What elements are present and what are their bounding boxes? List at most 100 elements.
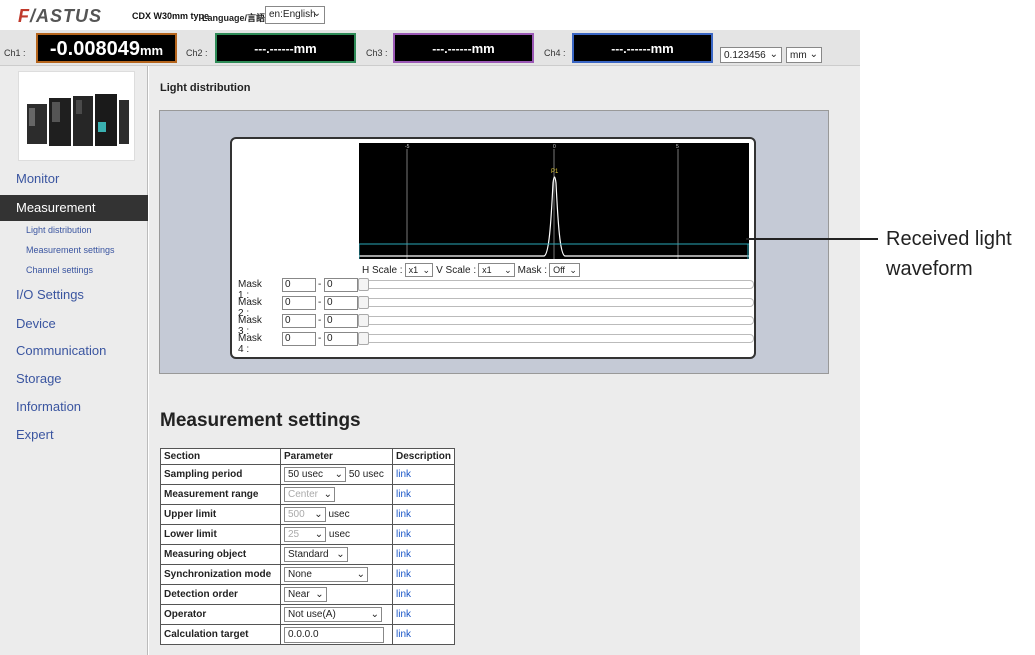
scale-controls: H Scale : x1 ⌄ V Scale : x1 ⌄ Mask : Off ⌄ — [362, 263, 583, 277]
product-image — [18, 71, 135, 161]
table-row: Lower limit 25 ⌄ usec link — [160, 524, 456, 545]
mask2-slider[interactable] — [358, 298, 754, 307]
col-section: Section — [160, 448, 281, 465]
table-row: Synchronization mode None ⌄ link — [160, 564, 456, 585]
light-distribution-title: Light distribution — [160, 82, 251, 94]
measuring-object-select[interactable]: Standard ⌄ — [284, 547, 348, 562]
table-header-row: Section Parameter Description — [160, 448, 456, 465]
mask3-slider-handle[interactable] — [358, 314, 369, 327]
sidebar: Monitor Measurement Light distribution M… — [0, 66, 148, 655]
format-select[interactable]: 0.123456 ⌄ — [720, 47, 782, 63]
mask-select[interactable]: Off ⌄ — [549, 263, 580, 277]
mask1-to-input[interactable]: 0 — [324, 278, 358, 292]
nav-device[interactable]: Device — [16, 316, 56, 331]
col-parameter: Parameter — [280, 448, 393, 465]
v-scale-label: V Scale : — [436, 264, 477, 276]
detection-order-link[interactable]: link — [396, 589, 411, 600]
mask-label: Mask : — [517, 264, 548, 276]
measuring-object-link[interactable]: link — [396, 549, 411, 560]
sampling-period-select[interactable]: 50 usec ⌄ — [284, 467, 347, 482]
ch3-label: Ch3 : — [366, 48, 388, 58]
chevron-down-icon: ⌄ — [315, 589, 324, 600]
callout-line — [746, 238, 878, 240]
nav-measurement-settings[interactable]: Measurement settings — [26, 245, 115, 255]
mask2-slider-handle[interactable] — [358, 296, 369, 309]
unit-select[interactable]: mm ⌄ — [786, 47, 822, 63]
nav-measurement[interactable]: Measurement — [0, 195, 148, 221]
chevron-down-icon: ⌄ — [356, 569, 365, 580]
lower-limit-select[interactable]: 25 ⌄ — [284, 527, 327, 542]
tick-label-left: -5 — [405, 144, 410, 150]
lower-limit-link[interactable]: link — [396, 529, 411, 540]
ch1-label: Ch1 : — [4, 48, 26, 58]
mask2-from-input[interactable]: 0 — [282, 296, 316, 310]
detection-order-select[interactable]: Near ⌄ — [284, 587, 327, 602]
channel-bar: Ch1 : -0.008049mm Ch2 : ---.------mm Ch3… — [0, 30, 860, 66]
ch4-label: Ch4 : — [544, 48, 566, 58]
v-scale-select[interactable]: x1 ⌄ — [478, 263, 515, 277]
mask4-from-input[interactable]: 0 — [282, 332, 316, 346]
nav-light-distribution[interactable]: Light distribution — [26, 225, 92, 235]
nav-io-settings[interactable]: I/O Settings — [16, 287, 84, 302]
mask2-to-input[interactable]: 0 — [324, 296, 358, 310]
mask3-from-input[interactable]: 0 — [282, 314, 316, 328]
mask1-slider-handle[interactable] — [358, 278, 369, 291]
language-select[interactable]: en:English ⌄ — [265, 6, 325, 24]
table-row: Measuring object Standard ⌄ link — [160, 544, 456, 565]
sync-mode-link[interactable]: link — [396, 569, 411, 580]
mask3-slider[interactable] — [358, 316, 754, 325]
mask4-slider-handle[interactable] — [358, 332, 369, 345]
mask3-to-input[interactable]: 0 — [324, 314, 358, 328]
chevron-down-icon: ⌄ — [336, 549, 345, 560]
waveform-canvas: -5 0 5 P1 — [358, 143, 749, 259]
nav-expert[interactable]: Expert — [16, 427, 54, 442]
chevron-down-icon: ⌄ — [314, 529, 324, 540]
chevron-down-icon: ⌄ — [422, 265, 431, 275]
ch4-readout: ---.------mm — [572, 33, 713, 63]
nav-storage[interactable]: Storage — [16, 371, 62, 386]
callout-label: Received light waveform — [886, 228, 1012, 280]
header-bar: F/ASTUS CDX W30mm type Language/言語 : en:… — [0, 0, 860, 30]
app-window: F/ASTUS CDX W30mm type Language/言語 : en:… — [0, 0, 1035, 655]
measurement-range-select[interactable]: Center ⌄ — [284, 487, 336, 502]
peak-label: P1 — [551, 169, 559, 175]
nav-communication[interactable]: Communication — [16, 343, 106, 358]
calculation-target-input[interactable]: 0.0.0.0 — [284, 626, 384, 643]
h-scale-label: H Scale : — [362, 264, 403, 276]
brand-logo: F/ASTUS — [18, 6, 103, 26]
sampling-period-link[interactable]: link — [396, 469, 411, 480]
ch2-label: Ch2 : — [186, 48, 208, 58]
mask1-from-input[interactable]: 0 — [282, 278, 316, 292]
table-row: Operator Not use(A) ⌄ link — [160, 604, 456, 625]
language-label: Language/言語 : — [202, 13, 271, 23]
measurement-range-link[interactable]: link — [396, 489, 411, 500]
mask1-slider[interactable] — [358, 280, 754, 289]
chevron-down-icon: ⌄ — [769, 49, 778, 60]
ch1-readout: -0.008049mm — [36, 33, 177, 63]
table-row: Sampling period 50 usec ⌄ 50 usec link — [160, 464, 456, 485]
upper-limit-link[interactable]: link — [396, 509, 411, 520]
light-distribution-panel: -5 0 5 P1 H Scale : x1⌄ V Scale : x1⌄ — [159, 110, 829, 374]
chevron-down-icon: ⌄ — [314, 509, 323, 520]
upper-limit-select[interactable]: 500 ⌄ — [284, 507, 326, 522]
table-row: Calculation target 0.0.0.0 link — [160, 624, 456, 645]
table-row: Measurement range Center ⌄ link — [160, 484, 456, 505]
waveform-frame: -5 0 5 P1 H Scale : x1⌄ V Scale : x1⌄ — [230, 137, 756, 359]
h-scale-select[interactable]: x1 ⌄ — [404, 263, 434, 277]
chevron-down-icon: ⌄ — [809, 49, 818, 60]
nav-information[interactable]: Information — [16, 399, 81, 414]
operator-select[interactable]: Not use(A) ⌄ — [284, 607, 382, 622]
nav-channel-settings[interactable]: Channel settings — [26, 265, 93, 275]
chevron-down-icon: ⌄ — [323, 489, 333, 500]
operator-link[interactable]: link — [396, 609, 411, 620]
table-row: Upper limit 500 ⌄ usec link — [160, 504, 456, 525]
chevron-down-icon: ⌄ — [334, 469, 344, 480]
chevron-down-icon: ⌄ — [312, 8, 321, 19]
nav-monitor[interactable]: Monitor — [16, 171, 59, 186]
mask4-to-input[interactable]: 0 — [324, 332, 358, 346]
tick-label-center: 0 — [553, 144, 556, 150]
main-content: Light distribution -5 0 5 P1 H Scale: x… — [149, 66, 860, 655]
sync-mode-select[interactable]: None ⌄ — [284, 567, 368, 582]
calculation-target-link[interactable]: link — [396, 629, 411, 640]
mask4-slider[interactable] — [358, 334, 754, 343]
